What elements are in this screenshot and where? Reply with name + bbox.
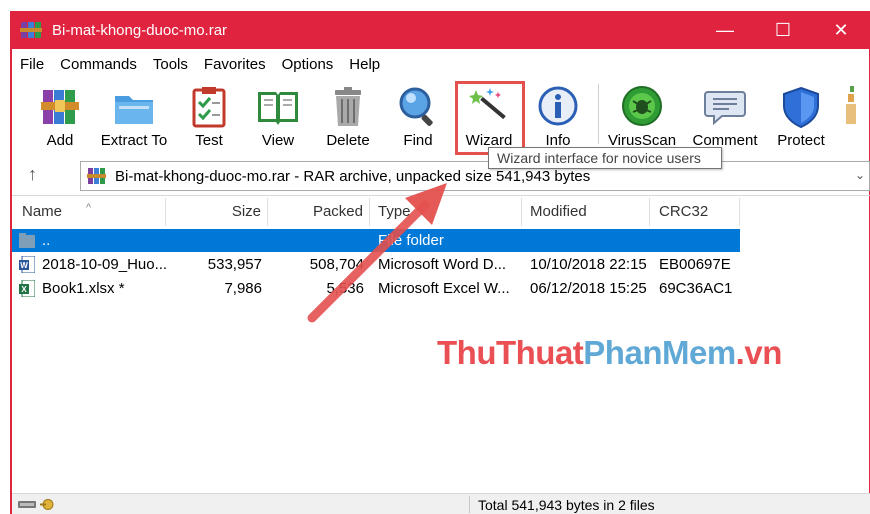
file-list-header: Name ^ Size Packed Type Modified CRC32	[12, 198, 870, 226]
add-button[interactable]: Add	[30, 78, 90, 154]
divider	[12, 195, 870, 196]
trash-icon	[335, 87, 361, 126]
window-title: Bi-mat-khong-duoc-mo.rar	[52, 21, 228, 39]
file-type: File folder	[378, 232, 444, 249]
file-name: 2018-10-09_Huo...	[42, 256, 166, 273]
find-button[interactable]: Find	[390, 78, 446, 154]
column-modified-label: Modified	[530, 203, 587, 220]
column-size[interactable]: Size	[166, 198, 268, 226]
watermark-part-1: ThuThuat	[437, 334, 584, 371]
view-label: View	[261, 132, 295, 149]
watermark: ThuThuatPhanMem.vn	[437, 334, 782, 372]
menu-bar: File Commands Tools Favorites Options He…	[12, 51, 870, 77]
protect-label: Protect	[777, 132, 825, 149]
test-button[interactable]: Test	[182, 78, 236, 154]
menu-tools[interactable]: Tools	[145, 56, 196, 73]
minimize-button[interactable]: —	[696, 11, 754, 49]
column-size-label: Size	[231, 203, 261, 220]
menu-options[interactable]: Options	[274, 56, 342, 73]
column-crc32[interactable]: CRC32	[650, 198, 740, 226]
excel-file-icon: X	[19, 280, 35, 297]
column-type[interactable]: Type	[370, 198, 522, 226]
toolbar-separator	[598, 84, 599, 144]
winrar-app-icon	[20, 20, 44, 40]
file-row[interactable]: X Book1.xlsx * 7,986 5,536 Microsoft Exc…	[12, 277, 740, 300]
file-crc32: EB00697E	[659, 256, 731, 273]
svg-text:X: X	[21, 285, 27, 294]
status-bar: Total 541,943 bytes in 2 files	[12, 493, 870, 514]
up-arrow-icon[interactable]: ↑	[28, 164, 37, 185]
comment-icon	[704, 91, 746, 126]
column-type-label: Type	[378, 203, 411, 220]
find-label: Find	[403, 132, 433, 149]
wizard-highlight-box	[455, 81, 525, 155]
column-packed[interactable]: Packed	[268, 198, 370, 226]
add-archive-icon	[41, 90, 79, 124]
menu-help[interactable]: Help	[341, 56, 388, 73]
word-file-icon: W	[19, 256, 35, 273]
menu-file[interactable]: File	[12, 56, 52, 73]
status-divider	[469, 496, 470, 513]
info-button[interactable]: Info	[532, 78, 584, 154]
virus-scan-icon	[622, 86, 662, 126]
file-row[interactable]: W 2018-10-09_Huo... 533,957 508,704 Micr…	[12, 253, 740, 276]
extract-to-button[interactable]: Extract To	[98, 78, 170, 154]
file-type: Microsoft Word D...	[378, 256, 507, 273]
file-name: Book1.xlsx *	[42, 280, 125, 297]
maximize-button[interactable]: ☐	[754, 11, 812, 49]
file-row-parent[interactable]: .. File folder	[12, 229, 740, 252]
delete-button[interactable]: Delete	[318, 78, 378, 154]
drive-key-icon	[18, 499, 54, 510]
more-tools-icon[interactable]	[842, 84, 862, 130]
watermark-part-3: .vn	[735, 334, 783, 371]
address-bar: ↑ Bi-mat-khong-duoc-mo.rar - RAR archive…	[12, 158, 870, 194]
column-crc32-label: CRC32	[659, 203, 709, 220]
wizard-tooltip: Wizard interface for novice users	[488, 147, 722, 169]
column-modified[interactable]: Modified	[522, 198, 650, 226]
view-book-icon	[258, 92, 298, 125]
column-packed-label: Packed	[312, 203, 363, 220]
rar-archive-icon	[87, 167, 107, 185]
path-field[interactable]: Bi-mat-khong-duoc-mo.rar - RAR archive, …	[80, 161, 870, 191]
file-packed: 5,536	[326, 280, 364, 297]
watermark-part-2: PhanMem	[583, 334, 736, 371]
sort-ascending-icon: ^	[86, 202, 92, 214]
column-name-label: Name	[22, 203, 63, 220]
virusscan-button[interactable]: VirusScan	[606, 78, 678, 154]
add-label: Add	[46, 132, 74, 149]
status-text: Total 541,943 bytes in 2 files	[478, 497, 655, 513]
shield-icon	[783, 86, 819, 129]
menu-favorites[interactable]: Favorites	[196, 56, 274, 73]
magnifier-icon	[399, 87, 433, 126]
toolbar: Add Extract To Test View Delete Find Wiz…	[12, 78, 870, 154]
test-clipboard-icon	[192, 87, 226, 128]
path-text: Bi-mat-khong-duoc-mo.rar - RAR archive, …	[115, 167, 591, 185]
winrar-window: Bi-mat-khong-duoc-mo.rar — ☐ ✕ File Comm…	[0, 0, 870, 514]
column-name[interactable]: Name ^	[12, 198, 166, 226]
file-modified: 06/12/2018 15:25	[530, 280, 647, 297]
extract-to-label: Extract To	[100, 132, 168, 149]
comment-button[interactable]: Comment	[688, 78, 762, 154]
file-crc32: 69C36AC1	[659, 280, 733, 297]
file-type: Microsoft Excel W...	[378, 280, 510, 297]
delete-label: Delete	[326, 132, 370, 149]
view-button[interactable]: View	[248, 78, 308, 154]
menu-commands[interactable]: Commands	[52, 56, 145, 73]
svg-text:W: W	[20, 261, 28, 270]
file-name: ..	[42, 232, 51, 249]
folder-up-icon	[19, 233, 35, 248]
protect-button[interactable]: Protect	[768, 78, 834, 154]
file-size: 7,986	[224, 280, 262, 297]
close-button[interactable]: ✕	[812, 11, 870, 49]
chevron-down-icon[interactable]: ⌄	[855, 168, 865, 182]
test-label: Test	[195, 132, 223, 149]
file-modified: 10/10/2018 22:15	[530, 256, 647, 273]
file-packed: 508,704	[309, 256, 364, 273]
title-bar[interactable]: Bi-mat-khong-duoc-mo.rar — ☐ ✕	[10, 11, 870, 49]
file-size: 533,957	[207, 256, 262, 273]
extract-folder-icon	[115, 96, 153, 124]
info-icon	[538, 86, 578, 126]
